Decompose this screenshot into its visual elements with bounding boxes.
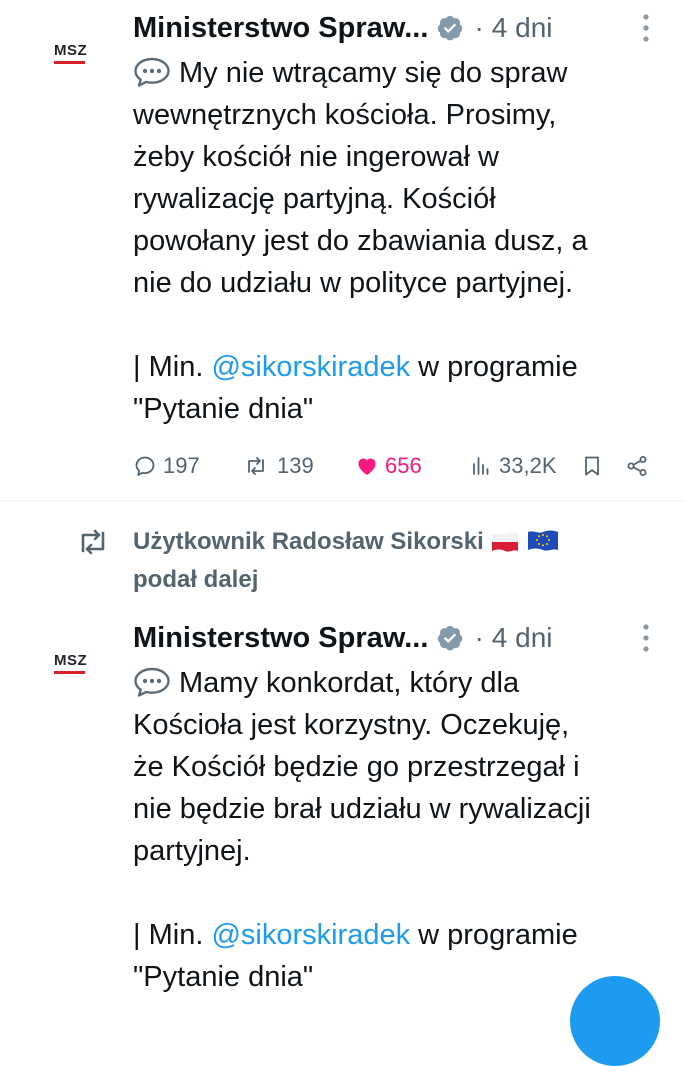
tweet-actions: 197 139 656 33,2K [133,449,653,483]
bookmark-button[interactable] [580,449,610,483]
compose-fab-button[interactable] [570,976,660,1066]
reply-button[interactable]: 197 [133,449,200,483]
like-count: 656 [385,453,422,478]
repost-count: 139 [277,453,314,478]
repost-user-name[interactable]: Użytkownik Radosław Sikorski [133,528,484,555]
bookmark-icon [585,456,599,476]
repost-text-line2: podał dalej [133,566,259,593]
time-separator: · [474,12,484,43]
tweet-line: partyjnej. [133,835,251,867]
reply-count: 197 [163,453,200,478]
tweet-line: Mamy konkordat, który dla [133,662,663,704]
repost-text: Użytkownik Radosław Sikorski podał dalej [133,525,559,597]
tweet-divider [0,500,686,501]
tweet-1[interactable]: MSZ Ministerstwo Spraw... · 4 dni My nie… [0,0,686,500]
heart-icon [358,458,376,475]
views-button[interactable]: 33,2K [469,449,557,483]
author-name[interactable]: Ministerstwo Spraw... [133,12,428,45]
tweet-header: Ministerstwo Spraw... · 4 dni [133,618,552,658]
views-count: 33,2K [499,453,557,478]
speech-balloon-icon [133,667,171,697]
tweet-line: wewnętrznych kościoła. Prosimy, [133,99,557,131]
repost-button[interactable]: 139 [241,449,314,483]
tweet-time[interactable]: 4 dni [492,622,553,654]
signature-prefix: | Min. [133,351,212,383]
tweet-line: My nie wtrącamy się do spraw [133,52,663,94]
signature-prefix: | Min. [133,919,212,951]
tweet-line: że Kościół będzie go przestrzegał i [133,751,580,783]
eu-flag-icon [527,529,559,563]
repost-text-line1: Użytkownik Radosław Sikorski [133,525,559,563]
avatar-logo-bar [54,671,85,674]
views-icon [473,457,489,475]
tweet-2[interactable]: MSZ Ministerstwo Spraw... · 4 dni Mamy k… [0,610,686,1000]
avatar-logo-text: MSZ [54,42,88,59]
tweet-line-text: Mamy konkordat, który dla [179,667,520,699]
tweet-line: rywalizację partyjną. Kościół [133,183,496,215]
more-vertical-icon[interactable] [642,622,650,654]
tweet-text: My nie wtrącamy się do spraw wewnętrznyc… [133,52,663,430]
signature-suffix: w programie [410,919,578,951]
avatar-logo-text: MSZ [54,652,88,669]
author-avatar[interactable]: MSZ [40,28,104,92]
like-button[interactable]: 656 [355,449,422,483]
mention-link[interactable]: @sikorskiradek [211,919,410,951]
reply-icon [135,456,155,476]
share-button[interactable] [625,449,655,483]
tweet-line: żeby kościół nie ingerował w [133,141,499,173]
poland-flag-icon [490,529,520,563]
repost-icon [248,457,264,475]
author-name[interactable]: Ministerstwo Spraw... [133,622,428,655]
tweet-time[interactable]: 4 dni [492,12,553,44]
signature-suffix: w programie [410,351,578,383]
tweet-header: Ministerstwo Spraw... · 4 dni [133,8,552,48]
time-separator: · [474,622,484,653]
speech-balloon-icon [133,57,171,87]
tweet-line: Kościoła jest korzystny. Oczekuję, [133,709,570,741]
tweet-line: nie będzie brał udziału w rywalizacji [133,793,591,825]
tweet-line: nie do udziału w polityce partyjnej. [133,267,574,299]
repost-icon [81,529,105,555]
tweet-text: Mamy konkordat, który dla Kościoła jest … [133,662,663,998]
tweet-signature: | Min. @sikorskiradek w programie [133,346,663,388]
repost-note[interactable]: Użytkownik Radosław Sikorski podał dalej [76,525,636,595]
more-vertical-icon[interactable] [642,12,650,44]
tweet-line: powołany jest do zbawiania dusz, a [133,225,588,257]
tweet-line-text: My nie wtrącamy się do spraw [179,57,568,89]
tweet-signature-line2: "Pytanie dnia" [133,393,314,425]
tweet-signature: | Min. @sikorskiradek w programie [133,914,663,956]
avatar-logo-bar [54,61,85,64]
share-icon [627,456,647,476]
author-avatar[interactable]: MSZ [40,638,104,702]
verified-badge-icon [436,624,464,652]
verified-badge-icon [436,14,464,42]
mention-link[interactable]: @sikorskiradek [211,351,410,383]
